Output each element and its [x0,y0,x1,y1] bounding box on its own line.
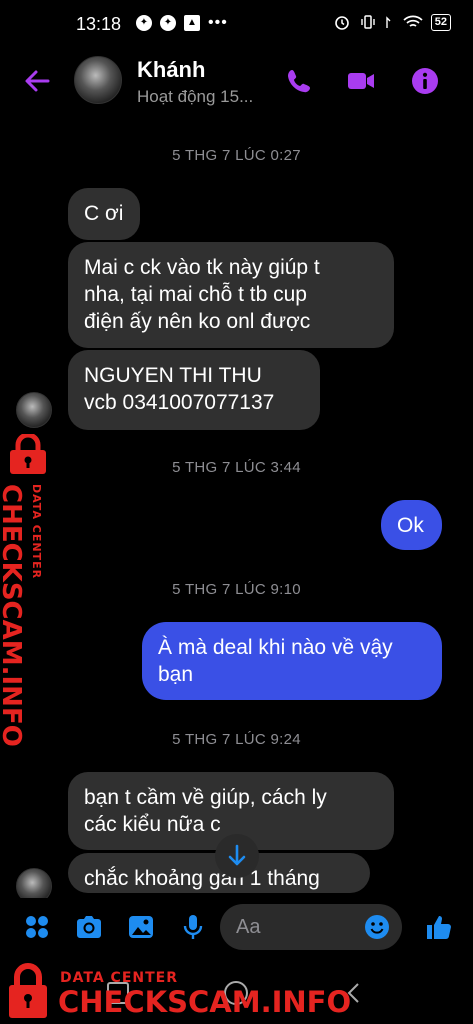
phone-call-icon[interactable] [284,66,314,96]
arrow-down-icon [228,844,246,866]
watermark-bottom-title: CHECKSCAM.INFO [58,985,352,1019]
message-input-box[interactable] [220,904,402,950]
thumbs-up-icon[interactable] [424,912,454,942]
gallery-icon[interactable] [126,912,156,942]
watermark-side-subtitle: DATA CENTER [30,484,43,580]
message-text: chắc khoảng gần 1 tháng [84,867,320,890]
watermark-side-title: CHECKSCAM.INFO [0,484,26,747]
vibrate-icon [361,15,375,29]
message-text: C ơi [84,202,124,225]
signal-icon [386,16,391,28]
incoming-message-bubble[interactable]: Mai c ck vào tk này giúp t nha, tại mai … [68,242,394,348]
video-call-icon[interactable] [346,66,376,96]
message-text-line: nha, tại mai chỗ t tb cup [84,283,307,306]
contact-active-status: Hoạt động 15... [137,87,254,106]
message-text-line: bạn t cầm về giúp, cách ly [84,786,327,809]
message-text-line: điện ấy nên ko onl được [84,310,311,333]
incoming-message-bubble[interactable]: C ơi [68,188,140,240]
more-notifications-icon: ••• [208,14,228,31]
messenger-notification-icon: ✦ [136,15,152,31]
message-text-line: Mai c ck vào tk này giúp t [84,256,320,279]
scroll-to-bottom-button[interactable] [215,834,259,878]
more-actions-icon[interactable] [22,912,52,942]
message-text-line: vcb 0341007077137 [84,391,275,414]
info-icon[interactable] [410,66,440,96]
contact-name[interactable]: Khánh [137,57,205,83]
lock-watermark-icon [9,963,47,1018]
camera-icon[interactable] [74,912,104,942]
watermark-bottom-subtitle: DATA CENTER [60,970,178,986]
microphone-icon[interactable] [178,912,208,942]
image-notification-icon: ▲ [184,15,200,31]
wifi-icon [403,15,423,27]
message-text: Ok [397,514,424,537]
message-input[interactable] [236,914,356,940]
outgoing-message-bubble[interactable]: À mà deal khi nào về vậy bạn [142,622,442,700]
status-bar: 13:18 ✦ ✦ ▲ ••• 52 [0,0,473,48]
back-arrow-icon[interactable] [22,66,52,96]
message-timestamp: 5 THG 7 LÚC 9:10 [172,581,301,598]
conversation-header: Khánh Hoạt động 15... [0,48,473,118]
messenger-notification-icon: ✦ [160,15,176,31]
message-timestamp: 5 THG 7 LÚC 3:44 [172,459,301,476]
status-time: 13:18 [76,14,122,34]
lock-watermark-icon [10,434,46,474]
outgoing-message-bubble[interactable]: Ok [381,500,442,550]
message-text-line: bạn [158,663,194,686]
message-timestamp: 5 THG 7 LÚC 9:24 [172,731,301,748]
message-composer [0,898,473,958]
contact-avatar[interactable] [74,56,122,104]
contact-avatar-small[interactable] [16,392,52,428]
message-timestamp: 5 THG 7 LÚC 0:27 [172,147,301,164]
message-text-line: NGUYEN THI THU [84,364,262,387]
battery-indicator: 52 [430,13,451,31]
emoji-icon[interactable] [364,914,390,940]
message-text-line: À mà deal khi nào về vậy [158,636,393,659]
incoming-message-bubble[interactable]: NGUYEN THI THU vcb 0341007077137 [68,350,320,430]
alarm-icon [334,16,349,30]
